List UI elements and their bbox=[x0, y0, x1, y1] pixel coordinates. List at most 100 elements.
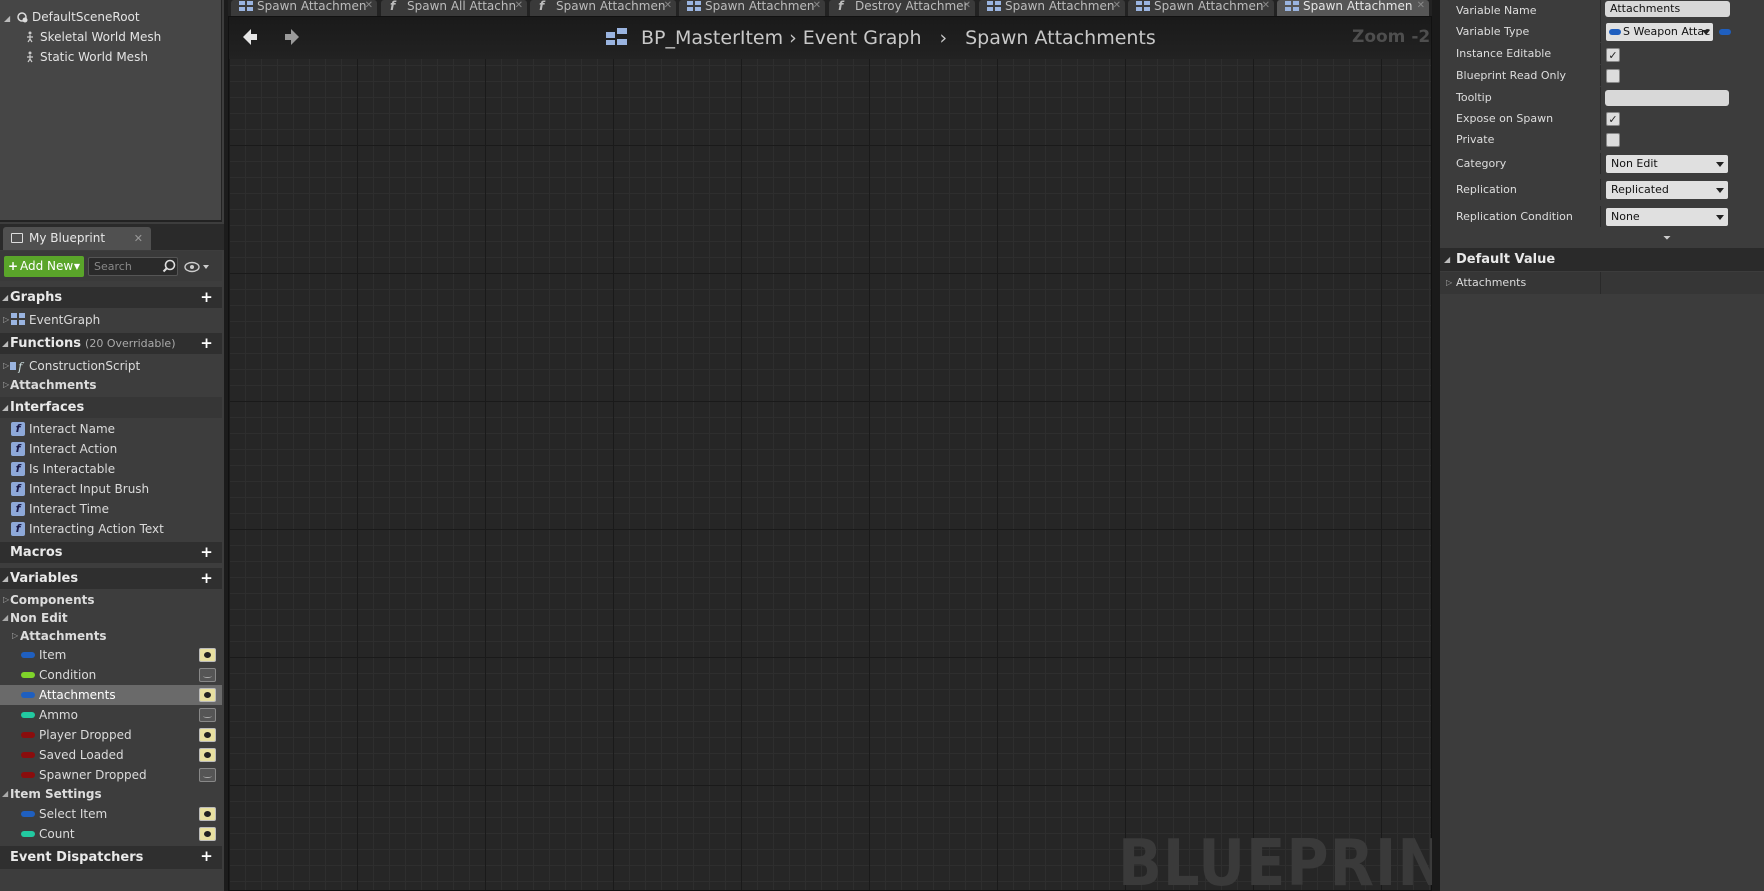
tooltip-input[interactable] bbox=[1605, 90, 1729, 106]
document-tab[interactable]: f Spawn All Attachn ✕ bbox=[381, 0, 527, 16]
section-variables[interactable]: ◢ Variables + bbox=[0, 568, 222, 589]
eye-open-icon[interactable] bbox=[199, 648, 216, 662]
interface-item[interactable]: f Interacting Action Text bbox=[0, 519, 222, 539]
default-value-attachments-row[interactable]: ▷ Attachments bbox=[1440, 272, 1764, 294]
variable-name-input[interactable]: Attachments bbox=[1605, 1, 1730, 17]
document-tab[interactable]: Spawn Attachmen ✕ bbox=[679, 0, 825, 16]
variable-item[interactable]: Item bbox=[0, 645, 222, 665]
variable-item[interactable]: Ammo bbox=[0, 705, 222, 725]
expand-arrow-icon[interactable]: ▷ bbox=[3, 310, 9, 330]
instance-editable-checkbox[interactable]: ✓ bbox=[1606, 48, 1620, 62]
tree-item-default-scene-root[interactable]: ◢ DefaultSceneRoot bbox=[4, 7, 140, 27]
add-macro-button[interactable]: + bbox=[199, 545, 214, 560]
tree-item-static-mesh[interactable]: Static World Mesh bbox=[24, 47, 148, 67]
variable-item[interactable]: Player Dropped bbox=[0, 725, 222, 745]
expand-arrow-icon[interactable]: ▷ bbox=[3, 356, 9, 376]
blueprint-read-only-checkbox[interactable] bbox=[1606, 69, 1620, 83]
document-tab[interactable]: f Destroy Attachmer ✕ bbox=[829, 0, 975, 16]
interface-item[interactable]: f Interact Input Brush bbox=[0, 479, 222, 499]
private-checkbox[interactable] bbox=[1606, 133, 1620, 147]
eye-closed-icon[interactable] bbox=[199, 668, 216, 682]
variable-item[interactable]: Spawner Dropped bbox=[0, 765, 222, 785]
eye-closed-icon[interactable] bbox=[199, 768, 216, 782]
section-interfaces[interactable]: ◢ Interfaces bbox=[0, 397, 222, 418]
add-event-dispatcher-button[interactable]: + bbox=[199, 849, 214, 864]
document-tab[interactable]: Spawn Attachmen ✕ bbox=[979, 0, 1125, 16]
document-tab[interactable]: Spawn Attachmen ✕ bbox=[231, 0, 377, 16]
eye-open-icon[interactable] bbox=[199, 807, 216, 821]
graph-canvas[interactable] bbox=[228, 16, 1432, 891]
document-tab[interactable]: Spawn Attachmen ✕ bbox=[1277, 0, 1429, 16]
graph-item-eventgraph[interactable]: ▷ EventGraph bbox=[0, 310, 222, 330]
variable-subcategory-attachments[interactable]: ▷ Attachments bbox=[0, 626, 222, 646]
expand-arrow-icon[interactable]: ▷ bbox=[1446, 272, 1452, 294]
category-dropdown[interactable]: Non Edit bbox=[1606, 155, 1728, 173]
collapse-arrow-icon[interactable]: ◢ bbox=[2, 784, 8, 804]
replication-dropdown[interactable]: Replicated bbox=[1606, 181, 1728, 199]
collapse-arrow-icon[interactable]: ◢ bbox=[2, 608, 8, 628]
panel-splitter[interactable] bbox=[1432, 0, 1440, 891]
section-event-dispatchers[interactable]: Event Dispatchers + bbox=[0, 846, 222, 869]
close-icon[interactable]: ✕ bbox=[1262, 0, 1270, 12]
expand-arrow-icon[interactable]: ▷ bbox=[3, 590, 9, 610]
tree-item-skeletal-mesh[interactable]: Skeletal World Mesh bbox=[24, 27, 161, 47]
section-title: Functions bbox=[10, 336, 82, 351]
default-value-header[interactable]: ◢ Default Value bbox=[1440, 248, 1764, 271]
expand-arrow-icon[interactable]: ▷ bbox=[3, 375, 9, 395]
breadcrumb-item-event-graph[interactable]: Event Graph bbox=[803, 25, 922, 51]
variable-item[interactable]: Count bbox=[0, 824, 222, 844]
variable-category-non-edit[interactable]: ◢ Non Edit bbox=[0, 608, 222, 628]
interface-item[interactable]: f Interact Time bbox=[0, 499, 222, 519]
close-icon[interactable]: ✕ bbox=[134, 227, 143, 250]
detail-label: Private bbox=[1456, 133, 1495, 146]
expand-arrow-icon[interactable]: ▷ bbox=[12, 626, 18, 646]
close-icon[interactable]: ✕ bbox=[1417, 0, 1425, 12]
variable-item[interactable]: Saved Loaded bbox=[0, 745, 222, 765]
variable-category-item-settings[interactable]: ◢ Item Settings bbox=[0, 784, 222, 804]
function-category-attachments[interactable]: ▷ Attachments bbox=[0, 375, 222, 395]
forward-arrow-icon[interactable] bbox=[282, 27, 302, 47]
document-tab[interactable]: Spawn Attachmen ✕ bbox=[1128, 0, 1274, 16]
interface-item[interactable]: f Interact Action bbox=[0, 439, 222, 459]
function-item-constructionscript[interactable]: ▷ f ConstructionScript bbox=[0, 356, 222, 376]
document-tab[interactable]: f Spawn Attachmen ✕ bbox=[530, 0, 676, 16]
close-icon[interactable]: ✕ bbox=[365, 0, 373, 12]
interface-item-label: Interact Time bbox=[29, 502, 110, 516]
section-graphs[interactable]: ◢ Graphs + bbox=[0, 287, 222, 308]
add-function-button[interactable]: + bbox=[199, 336, 214, 351]
eye-open-icon[interactable] bbox=[199, 728, 216, 742]
interface-item[interactable]: f Interact Name bbox=[0, 419, 222, 439]
eye-open-icon[interactable] bbox=[199, 688, 216, 702]
variable-category-components[interactable]: ▷ Components bbox=[0, 590, 222, 610]
close-icon[interactable]: ✕ bbox=[813, 0, 821, 12]
add-new-button[interactable]: + Add New ▼ bbox=[4, 256, 84, 277]
eye-open-icon[interactable] bbox=[199, 748, 216, 762]
replication-condition-dropdown[interactable]: None bbox=[1606, 208, 1728, 226]
variable-type-dropdown[interactable]: S Weapon Attac bbox=[1606, 23, 1713, 41]
container-type-toggle[interactable] bbox=[1719, 29, 1731, 35]
add-graph-button[interactable]: + bbox=[199, 290, 214, 305]
section-macros[interactable]: Macros + bbox=[0, 542, 222, 563]
variable-item[interactable]: Condition bbox=[0, 665, 222, 685]
close-icon[interactable]: ✕ bbox=[664, 0, 672, 12]
interface-item[interactable]: f Is Interactable bbox=[0, 459, 222, 479]
tab-my-blueprint[interactable]: My Blueprint ✕ bbox=[3, 227, 151, 250]
eye-closed-icon[interactable] bbox=[199, 708, 216, 722]
section-functions[interactable]: ◢ Functions (20 Overridable) + bbox=[0, 333, 222, 354]
add-variable-button[interactable]: + bbox=[199, 571, 214, 586]
expose-on-spawn-checkbox[interactable]: ✓ bbox=[1606, 112, 1620, 126]
variable-item-label: Spawner Dropped bbox=[39, 768, 147, 782]
variable-type-pill-icon bbox=[21, 712, 35, 718]
advanced-expand-icon[interactable]: ⏷ bbox=[1663, 233, 1675, 244]
eye-open-icon[interactable] bbox=[199, 827, 216, 841]
close-icon[interactable]: ✕ bbox=[515, 0, 523, 12]
collapse-arrow-icon[interactable]: ◢ bbox=[4, 14, 10, 23]
view-options-icon[interactable] bbox=[183, 260, 211, 274]
close-icon[interactable]: ✕ bbox=[1113, 0, 1121, 12]
close-icon[interactable]: ✕ bbox=[963, 0, 971, 12]
breadcrumb-item-blueprint[interactable]: BP_MasterItem bbox=[641, 25, 783, 51]
back-arrow-icon[interactable] bbox=[240, 27, 260, 47]
variable-item[interactable]: Attachments bbox=[0, 685, 222, 705]
variable-item[interactable]: Select Item bbox=[0, 804, 222, 824]
search-icon[interactable] bbox=[162, 259, 176, 273]
